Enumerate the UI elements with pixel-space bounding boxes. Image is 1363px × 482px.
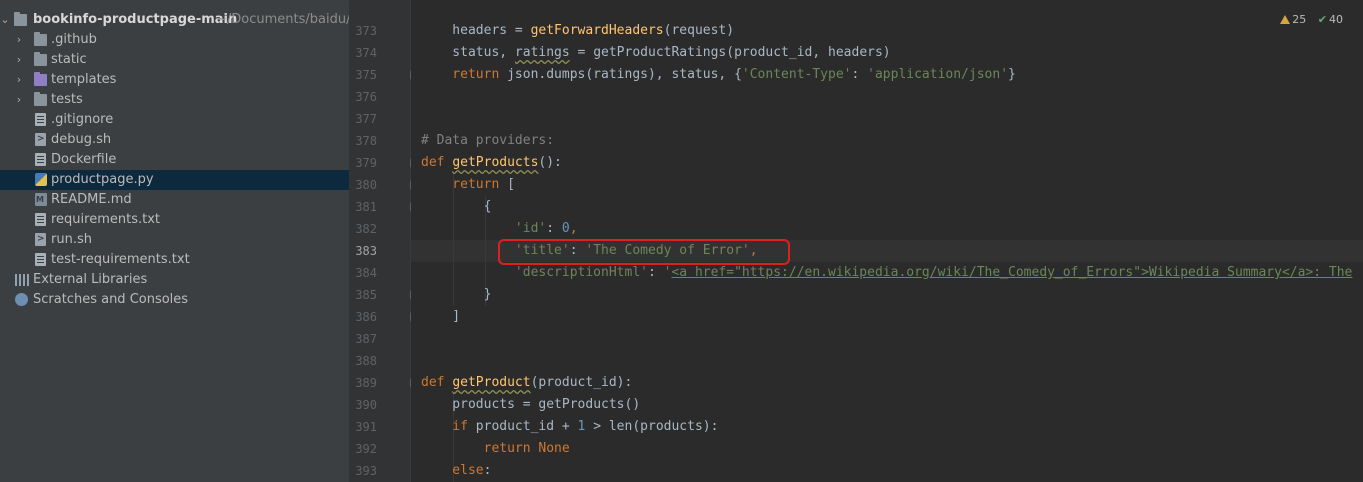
tree-item-requirements[interactable]: requirements.txt: [0, 210, 349, 230]
code-line-393: else:: [421, 463, 492, 478]
folder-icon: [34, 92, 47, 106]
inspection-widget[interactable]: 25 ✔ 40: [1280, 12, 1343, 28]
tree-item-test-requirements[interactable]: test-requirements.txt: [0, 250, 349, 270]
tree-item-root[interactable]: ⌄ bookinfo-productpage-main ~/Documents/…: [0, 10, 349, 30]
code-line-390: products = getProducts(): [421, 397, 641, 412]
line-number: 392: [355, 442, 377, 456]
line-number: 374: [355, 46, 377, 60]
root-path-label: ~/Documents/baidu/bo: [216, 12, 349, 27]
annotation-highlight-box: [498, 239, 790, 265]
line-number: 390: [355, 398, 377, 412]
tree-item-run-sh[interactable]: run.sh: [0, 230, 349, 250]
tree-item-external-libraries[interactable]: External Libraries: [0, 270, 349, 290]
ok-count: 40: [1329, 13, 1343, 26]
line-number: 381: [355, 200, 377, 214]
code-line-379: def getProducts():: [421, 155, 562, 170]
code-line-378: # Data providers:: [421, 133, 555, 148]
line-number: 377: [355, 112, 377, 126]
checkmark-icon: ✔: [1317, 13, 1327, 26]
line-number: 386: [355, 310, 377, 324]
tree-item-label: run.sh: [51, 232, 92, 247]
code-line-381: {: [421, 199, 492, 214]
code-line-386: ]: [421, 309, 461, 324]
file-icon: [35, 113, 46, 126]
code-line-374: status, ratings = getProductRatings(prod…: [421, 45, 891, 60]
project-tool-window: ⌄ bookinfo-productpage-main ~/Documents/…: [0, 0, 349, 482]
tree-item-label: requirements.txt: [51, 212, 161, 227]
chevron-right-icon[interactable]: ›: [14, 50, 24, 70]
tree-item-label: templates: [51, 72, 117, 87]
tree-item-templates[interactable]: › templates: [0, 70, 349, 90]
python-file-icon: [35, 173, 47, 186]
tree-item-label: productpage.py: [51, 172, 154, 187]
tree-item-gitignore[interactable]: .gitignore: [0, 110, 349, 130]
warning-count: 25: [1292, 13, 1307, 26]
templates-folder-icon: [34, 72, 47, 86]
code-line-380: return [: [421, 177, 515, 192]
tree-item-label: debug.sh: [51, 132, 112, 147]
project-header-strip: [0, 0, 349, 6]
line-number: 373: [355, 24, 377, 38]
scratches-icon: [15, 293, 28, 306]
line-number: 375: [355, 68, 377, 82]
tree-item-dockerfile[interactable]: Dockerfile: [0, 150, 349, 170]
chevron-right-icon[interactable]: ›: [14, 30, 24, 50]
code-line-391: if product_id + 1 > len(products):: [421, 419, 719, 434]
folder-icon: [34, 52, 47, 66]
line-number: 378: [355, 134, 377, 148]
line-number: 388: [355, 354, 377, 368]
text-file-icon: [35, 213, 46, 226]
shell-script-icon: [35, 233, 46, 246]
tree-item-label: test-requirements.txt: [51, 252, 190, 267]
warning-icon: [1280, 15, 1291, 24]
root-folder-label: bookinfo-productpage-main: [33, 12, 238, 27]
line-number: 393: [355, 464, 377, 478]
tree-item-label: static: [51, 52, 87, 67]
tree-item-label: README.md: [51, 192, 132, 207]
chevron-right-icon[interactable]: ›: [14, 90, 24, 110]
tree-item-label: Dockerfile: [51, 152, 117, 167]
line-number: 382: [355, 222, 377, 236]
tree-item-static[interactable]: › static: [0, 50, 349, 70]
docker-file-icon: [35, 153, 46, 166]
line-number: 379: [355, 156, 377, 170]
line-number: 380: [355, 178, 377, 192]
tree-item-readme[interactable]: README.md: [0, 190, 349, 210]
line-number-current: 383: [355, 244, 377, 258]
chevron-right-icon[interactable]: ›: [14, 70, 24, 90]
shell-script-icon: [35, 133, 46, 146]
code-line-382: 'id': 0,: [421, 221, 578, 236]
tree-item-label: .gitignore: [51, 112, 114, 127]
tree-item-scratches[interactable]: Scratches and Consoles: [0, 290, 349, 310]
folder-icon: [14, 12, 27, 26]
code-line-392: return None: [421, 441, 570, 456]
tree-item-productpage-py[interactable]: productpage.py: [0, 170, 349, 190]
tree-item-label: External Libraries: [33, 272, 148, 287]
tree-item-label: Scratches and Consoles: [33, 292, 189, 307]
code-line-389: def getProduct(product_id):: [421, 375, 633, 390]
chevron-down-icon[interactable]: ⌄: [0, 10, 10, 30]
code-line-373: headers = getForwardHeaders(request): [421, 23, 735, 38]
tree-item-github[interactable]: › .github: [0, 30, 349, 50]
line-number: 387: [355, 332, 377, 346]
folder-icon: [34, 32, 47, 46]
markdown-file-icon: [35, 193, 47, 206]
line-number: 389: [355, 376, 377, 390]
line-number: 385: [355, 288, 377, 302]
tree-item-label: tests: [51, 92, 83, 107]
line-number: 376: [355, 90, 377, 104]
tree-item-tests[interactable]: › tests: [0, 90, 349, 110]
line-number: 391: [355, 420, 377, 434]
tree-item-label: .github: [51, 32, 97, 47]
code-line-375: return json.dumps(ratings), status, {'Co…: [421, 67, 1016, 82]
text-file-icon: [35, 253, 46, 266]
tree-item-debug-sh[interactable]: debug.sh: [0, 130, 349, 150]
line-number: 384: [355, 266, 377, 280]
code-line-385: }: [421, 287, 492, 302]
library-icon: [15, 274, 29, 286]
code-line-384: 'descriptionHtml': '<a href="https://en.…: [421, 265, 1353, 280]
